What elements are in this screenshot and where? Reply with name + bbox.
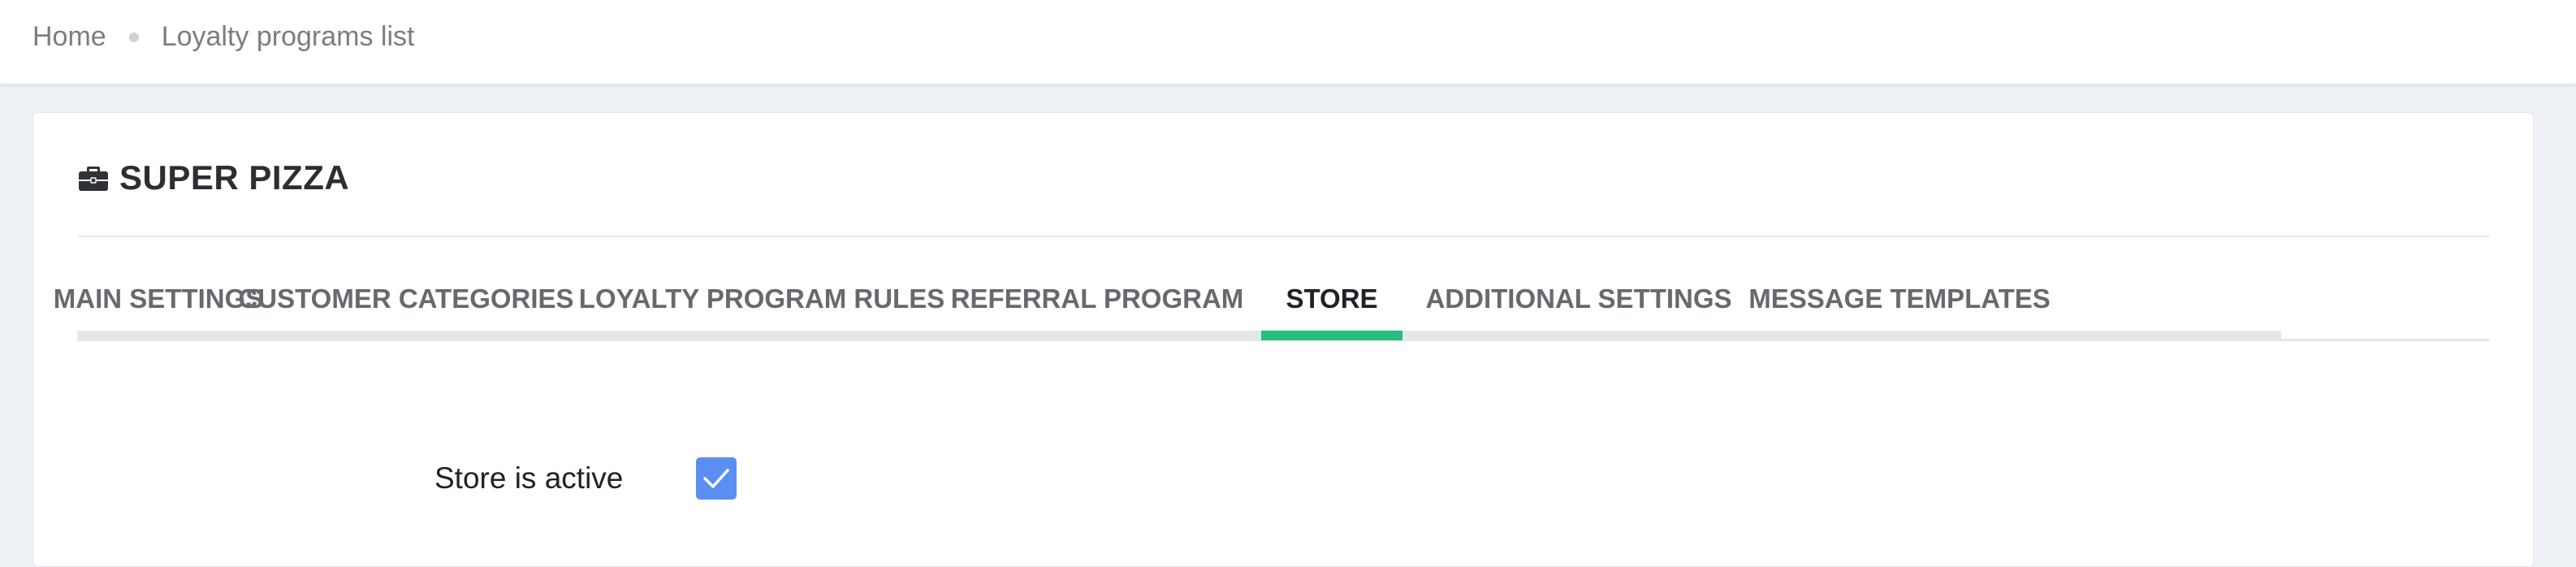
tab-label: REFERRAL PROGRAM [950, 284, 1244, 314]
breadcrumb: Home Loyalty programs list [32, 21, 414, 53]
breadcrumb-separator-dot [128, 32, 139, 42]
tab-label: MAIN SETTINGS [53, 284, 264, 314]
store-active-label: Store is active [434, 461, 624, 495]
loyalty-program-card: SUPER PIZZA MAIN SETTINGS CUSTOMER CATEG… [32, 112, 2534, 567]
tab-main-settings[interactable]: MAIN SETTINGS [54, 258, 264, 340]
tab-loyalty-program-rules[interactable]: LOYALTY PROGRAM RULES [579, 258, 944, 340]
checkmark-icon [703, 469, 729, 488]
tab-message-templates[interactable]: MESSAGE TEMPLATES [1748, 258, 2051, 340]
tab-referral-program[interactable]: REFERRAL PROGRAM [951, 258, 1244, 340]
tab-active-underline [1261, 331, 1403, 340]
header-divider [77, 236, 2489, 237]
tab-label: CUSTOMER CATEGORIES [238, 284, 574, 314]
tab-label: ADDITIONAL SETTINGS [1425, 284, 1732, 314]
breadcrumb-loyalty-programs-list[interactable]: Loyalty programs list [162, 21, 415, 53]
tab-store[interactable]: STORE [1261, 258, 1403, 340]
tab-customer-categories[interactable]: CUSTOMER CATEGORIES [238, 258, 573, 340]
card-header: SUPER PIZZA [77, 158, 349, 197]
tab-label: LOYALTY PROGRAM RULES [578, 284, 945, 314]
briefcase-icon [79, 167, 108, 191]
card-title: SUPER PIZZA [119, 158, 350, 197]
breadcrumb-home[interactable]: Home [32, 21, 106, 53]
store-active-field: Store is active [434, 457, 737, 500]
tab-additional-settings[interactable]: ADDITIONAL SETTINGS [1425, 258, 1731, 340]
store-active-checkbox[interactable] [696, 457, 737, 500]
tab-label: MESSAGE TEMPLATES [1748, 284, 2051, 314]
top-bar: Home Loyalty programs list [0, 0, 2576, 84]
tab-bar: MAIN SETTINGS CUSTOMER CATEGORIES LOYALT… [54, 258, 2051, 340]
tab-label: STORE [1286, 284, 1378, 314]
